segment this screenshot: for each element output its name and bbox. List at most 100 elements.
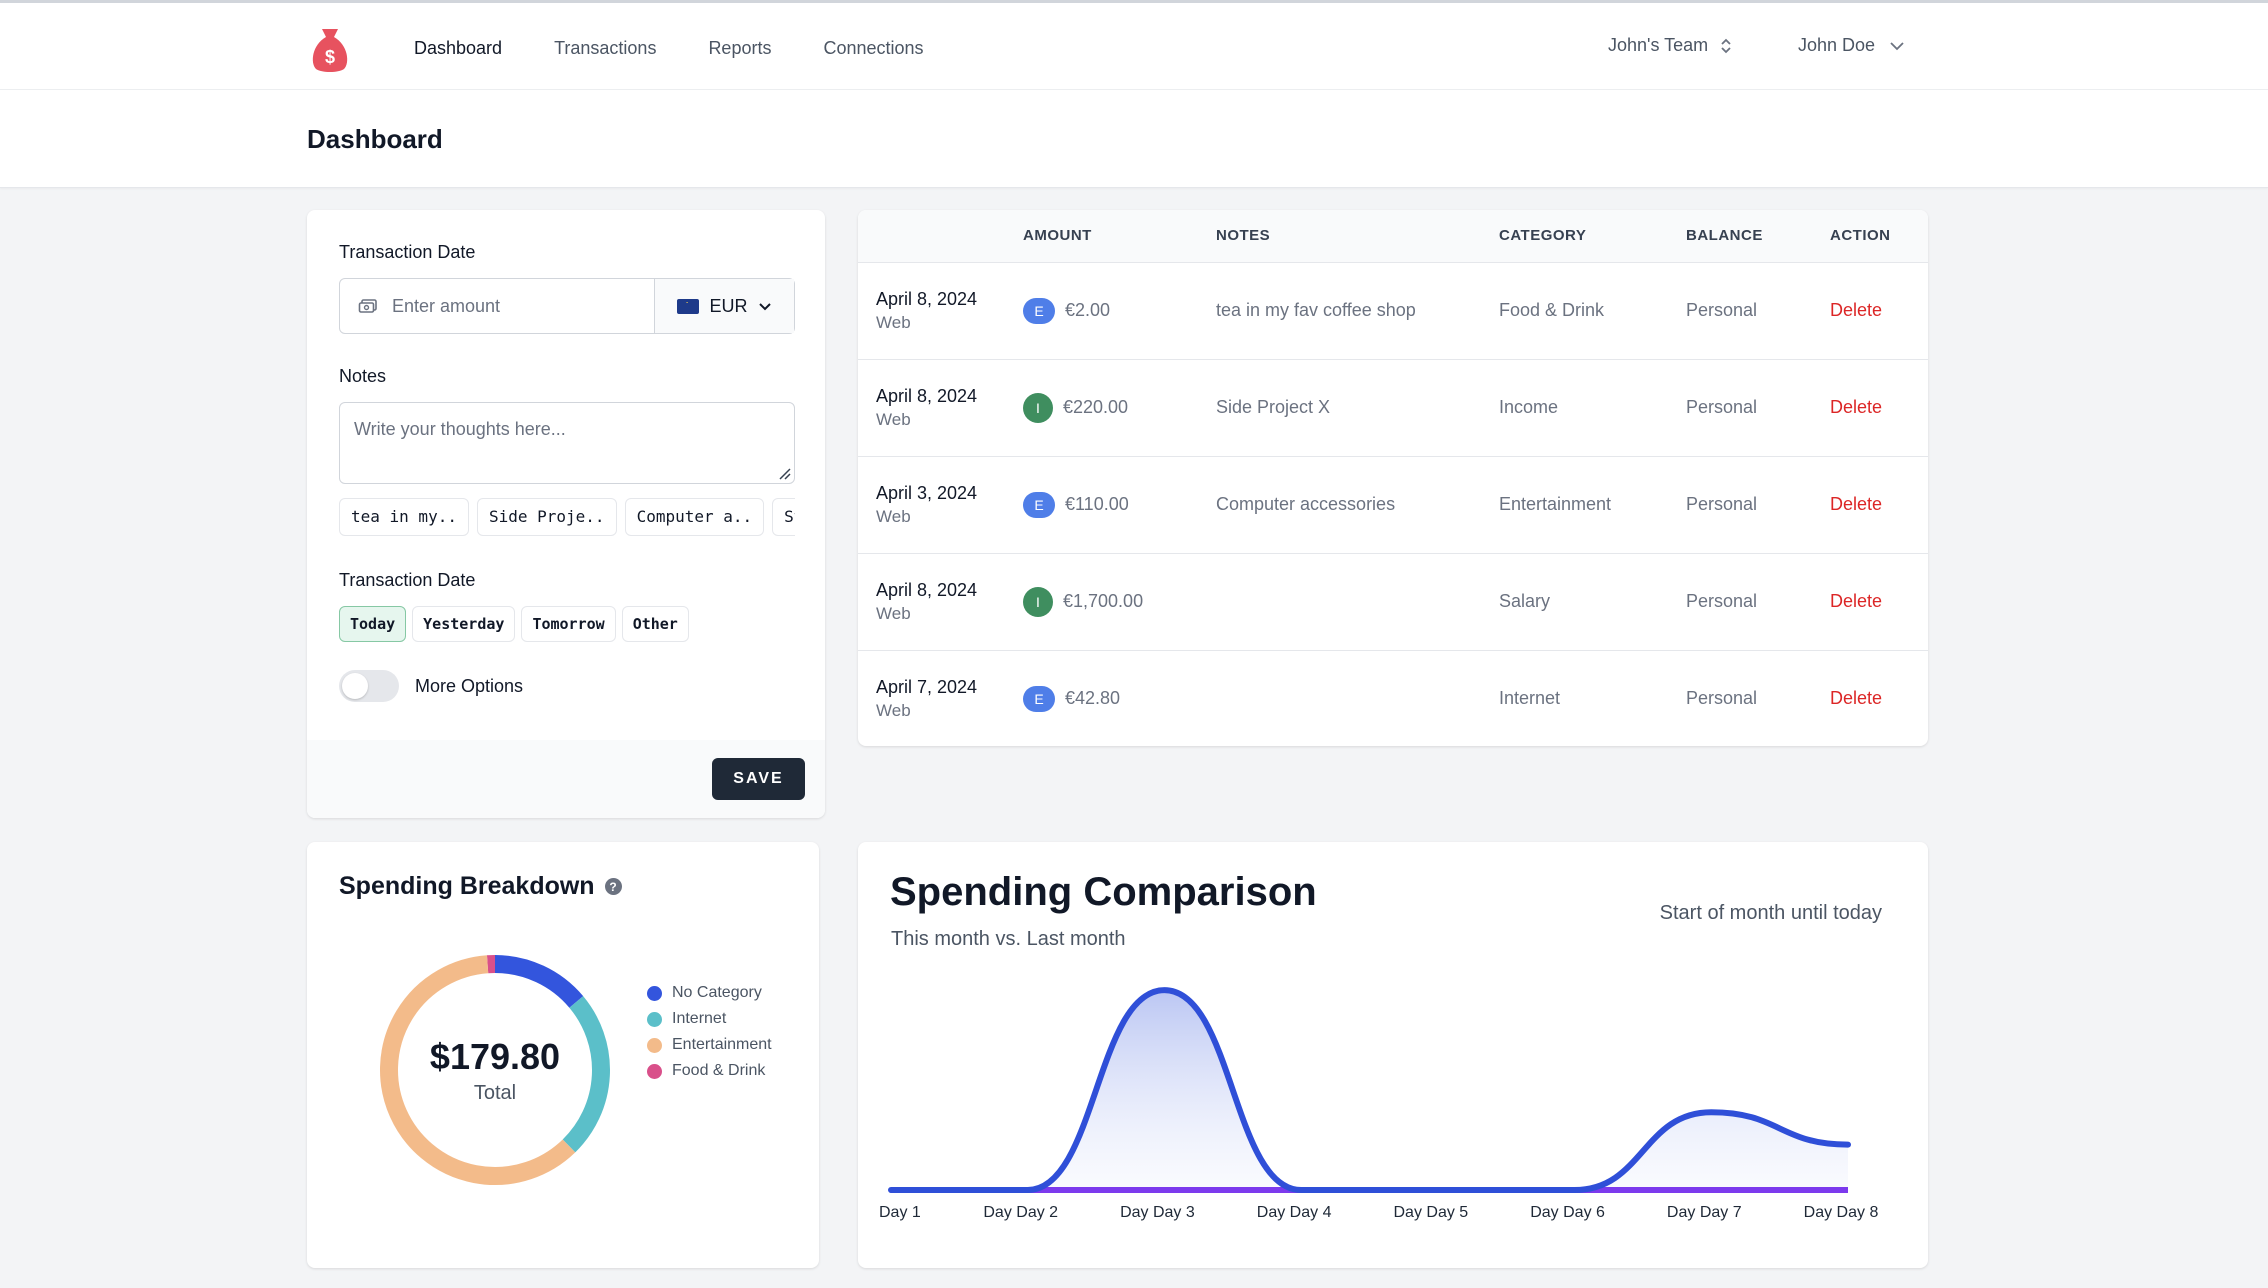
delete-button[interactable]: Delete (1830, 688, 1882, 708)
legend-label: Entertainment (672, 1036, 772, 1053)
transaction-amount: €220.00 (1063, 397, 1129, 417)
page-header: Dashboard (0, 90, 2268, 188)
transaction-amount: €1,700.00 (1063, 591, 1144, 611)
transaction-balance: Personal (1686, 688, 1758, 709)
user-name: John Doe (1798, 35, 1876, 55)
x-tick-label: Day Day 3 (1120, 1204, 1195, 1221)
nav-transactions[interactable]: Transactions (550, 3, 660, 93)
series-area-this-month (891, 990, 1848, 1190)
date-option-tomorrow[interactable]: Tomorrow (521, 606, 616, 642)
note-suggestion-chip[interactable]: St (772, 498, 795, 536)
transaction-category: Income (1499, 397, 1559, 417)
legend-swatch (647, 985, 662, 1001)
table-row: April 8, 2024 Web I €1,700.00 Salary Personal… (858, 553, 1928, 650)
date-cell: April 3, 2024 Web (858, 456, 1023, 553)
date-cell: April 8, 2024 Web (858, 359, 1023, 456)
eu-flag-icon (677, 298, 700, 314)
expense-badge: E (1023, 685, 1055, 712)
column-header-balance: BALANCE (1686, 227, 1763, 245)
transaction-form-card: Transaction Date Enter amount EUR Notes … (307, 210, 825, 818)
action-cell: Delete (1830, 553, 1928, 650)
form-footer: SAVE (307, 740, 825, 818)
user-menu[interactable]: John Doe (1798, 35, 1905, 56)
table-row: April 7, 2024 Web E €42.80 Internet Personal D… (858, 650, 1928, 746)
amount-cell: I €1,700.00 (1023, 553, 1216, 650)
transaction-source: Web (876, 700, 911, 720)
table-header-row: AMOUNT NOTES CATEGORY BALANCE ACTION (858, 210, 1928, 262)
donut-total: $179.80 (429, 1035, 561, 1077)
legend-label: Food & Drink (672, 1062, 766, 1079)
nav-reports[interactable]: Reports (704, 3, 775, 93)
money-bag-icon[interactable]: $ (308, 25, 352, 73)
expense-badge: E (1023, 491, 1055, 518)
action-cell: Delete (1830, 359, 1928, 456)
amount-cell: E €110.00 (1023, 456, 1216, 553)
note-suggestion-chip[interactable]: Computer a.. (624, 498, 765, 536)
x-tick-label: Day Day 5 (1394, 1204, 1469, 1221)
note-suggestion-chip[interactable]: Side Proje.. (476, 498, 617, 536)
more-options-label: More Options (415, 675, 524, 696)
team-switcher[interactable]: John's Team (1608, 35, 1732, 56)
delete-button[interactable]: Delete (1830, 300, 1882, 320)
delete-button[interactable]: Delete (1830, 397, 1882, 417)
column-header-notes: NOTES (1216, 227, 1271, 245)
transaction-notes (1216, 650, 1499, 746)
transaction-category: Internet (1499, 688, 1561, 709)
transaction-balance: Personal (1686, 591, 1758, 611)
x-tick-label: Day Day 7 (1667, 1204, 1742, 1221)
page-title: Dashboard (307, 124, 443, 154)
legend-item[interactable]: No Category (647, 980, 772, 1006)
transaction-notes: tea in my fav coffee shop (1216, 300, 1416, 320)
comparison-title: Spending Comparison (890, 870, 1317, 914)
transaction-amount: €110.00 (1065, 494, 1129, 514)
legend-swatch (647, 1063, 662, 1079)
date-option-today[interactable]: Today (339, 606, 407, 642)
comparison-range: Start of month until today (1659, 902, 1882, 924)
amount-cell: I €220.00 (1023, 359, 1216, 456)
legend-swatch (647, 1011, 662, 1027)
legend-label: Internet (672, 1010, 727, 1027)
action-cell: Delete (1830, 650, 1928, 746)
spending-breakdown-card: Spending Breakdown ? $179.80 Total No Ca… (307, 842, 819, 1268)
delete-button[interactable]: Delete (1830, 494, 1882, 514)
amount-cell: E €2.00 (1023, 262, 1216, 359)
transaction-source: Web (876, 506, 911, 526)
transaction-balance: Personal (1686, 300, 1758, 320)
transaction-date: April 7, 2024 (876, 676, 978, 697)
table-row: April 8, 2024 Web I €220.00 Side Project X In… (858, 359, 1928, 456)
currency-select[interactable]: EUR (654, 279, 794, 333)
column-header-action: ACTION (1830, 227, 1891, 245)
legend-item[interactable]: Food & Drink (647, 1058, 772, 1084)
nav-dashboard[interactable]: Dashboard (405, 3, 511, 94)
nav-connections[interactable]: Connections (819, 3, 927, 93)
spending-comparison-card: Day 1 Day Day 2 Day Day 3 Day Day 4 Day Day … (858, 842, 1928, 1268)
transaction-source: Web (876, 603, 911, 623)
note-suggestions: tea in my.. Side Proje.. Computer a.. St (339, 498, 795, 538)
breakdown-title: Spending Breakdown (339, 872, 595, 900)
legend-item[interactable]: Entertainment (647, 1032, 772, 1058)
resize-handle-icon[interactable] (777, 466, 791, 480)
chevron-down-icon (1890, 41, 1904, 50)
amount-input[interactable]: Enter amount (340, 279, 654, 333)
action-cell: Delete (1830, 262, 1928, 359)
date-cell: April 8, 2024 Web (858, 553, 1023, 650)
notes-textarea[interactable]: Write your thoughts here... (339, 402, 795, 484)
save-button[interactable]: SAVE (712, 758, 805, 800)
transaction-category: Food & Drink (1499, 300, 1605, 320)
note-suggestion-chip[interactable]: tea in my.. (339, 498, 469, 536)
chevron-up-down-icon (1721, 38, 1731, 53)
chevron-down-icon (758, 302, 771, 310)
legend-label: No Category (672, 984, 762, 1001)
transaction-date: April 3, 2024 (876, 482, 978, 503)
help-icon[interactable]: ? (604, 878, 622, 895)
notes-placeholder: Write your thoughts here... (354, 419, 566, 439)
more-options-toggle[interactable] (339, 670, 399, 702)
transaction-balance: Personal (1686, 397, 1758, 417)
date-option-yesterday[interactable]: Yesterday (412, 606, 516, 642)
table-row: April 8, 2024 Web E €2.00 tea in my fav coff… (858, 262, 1928, 359)
delete-button[interactable]: Delete (1830, 591, 1882, 611)
date-option-other[interactable]: Other (621, 606, 689, 642)
legend-item[interactable]: Internet (647, 1006, 772, 1032)
column-header-date (858, 210, 1023, 262)
comparison-subtitle: This month vs. Last month (891, 928, 1126, 950)
